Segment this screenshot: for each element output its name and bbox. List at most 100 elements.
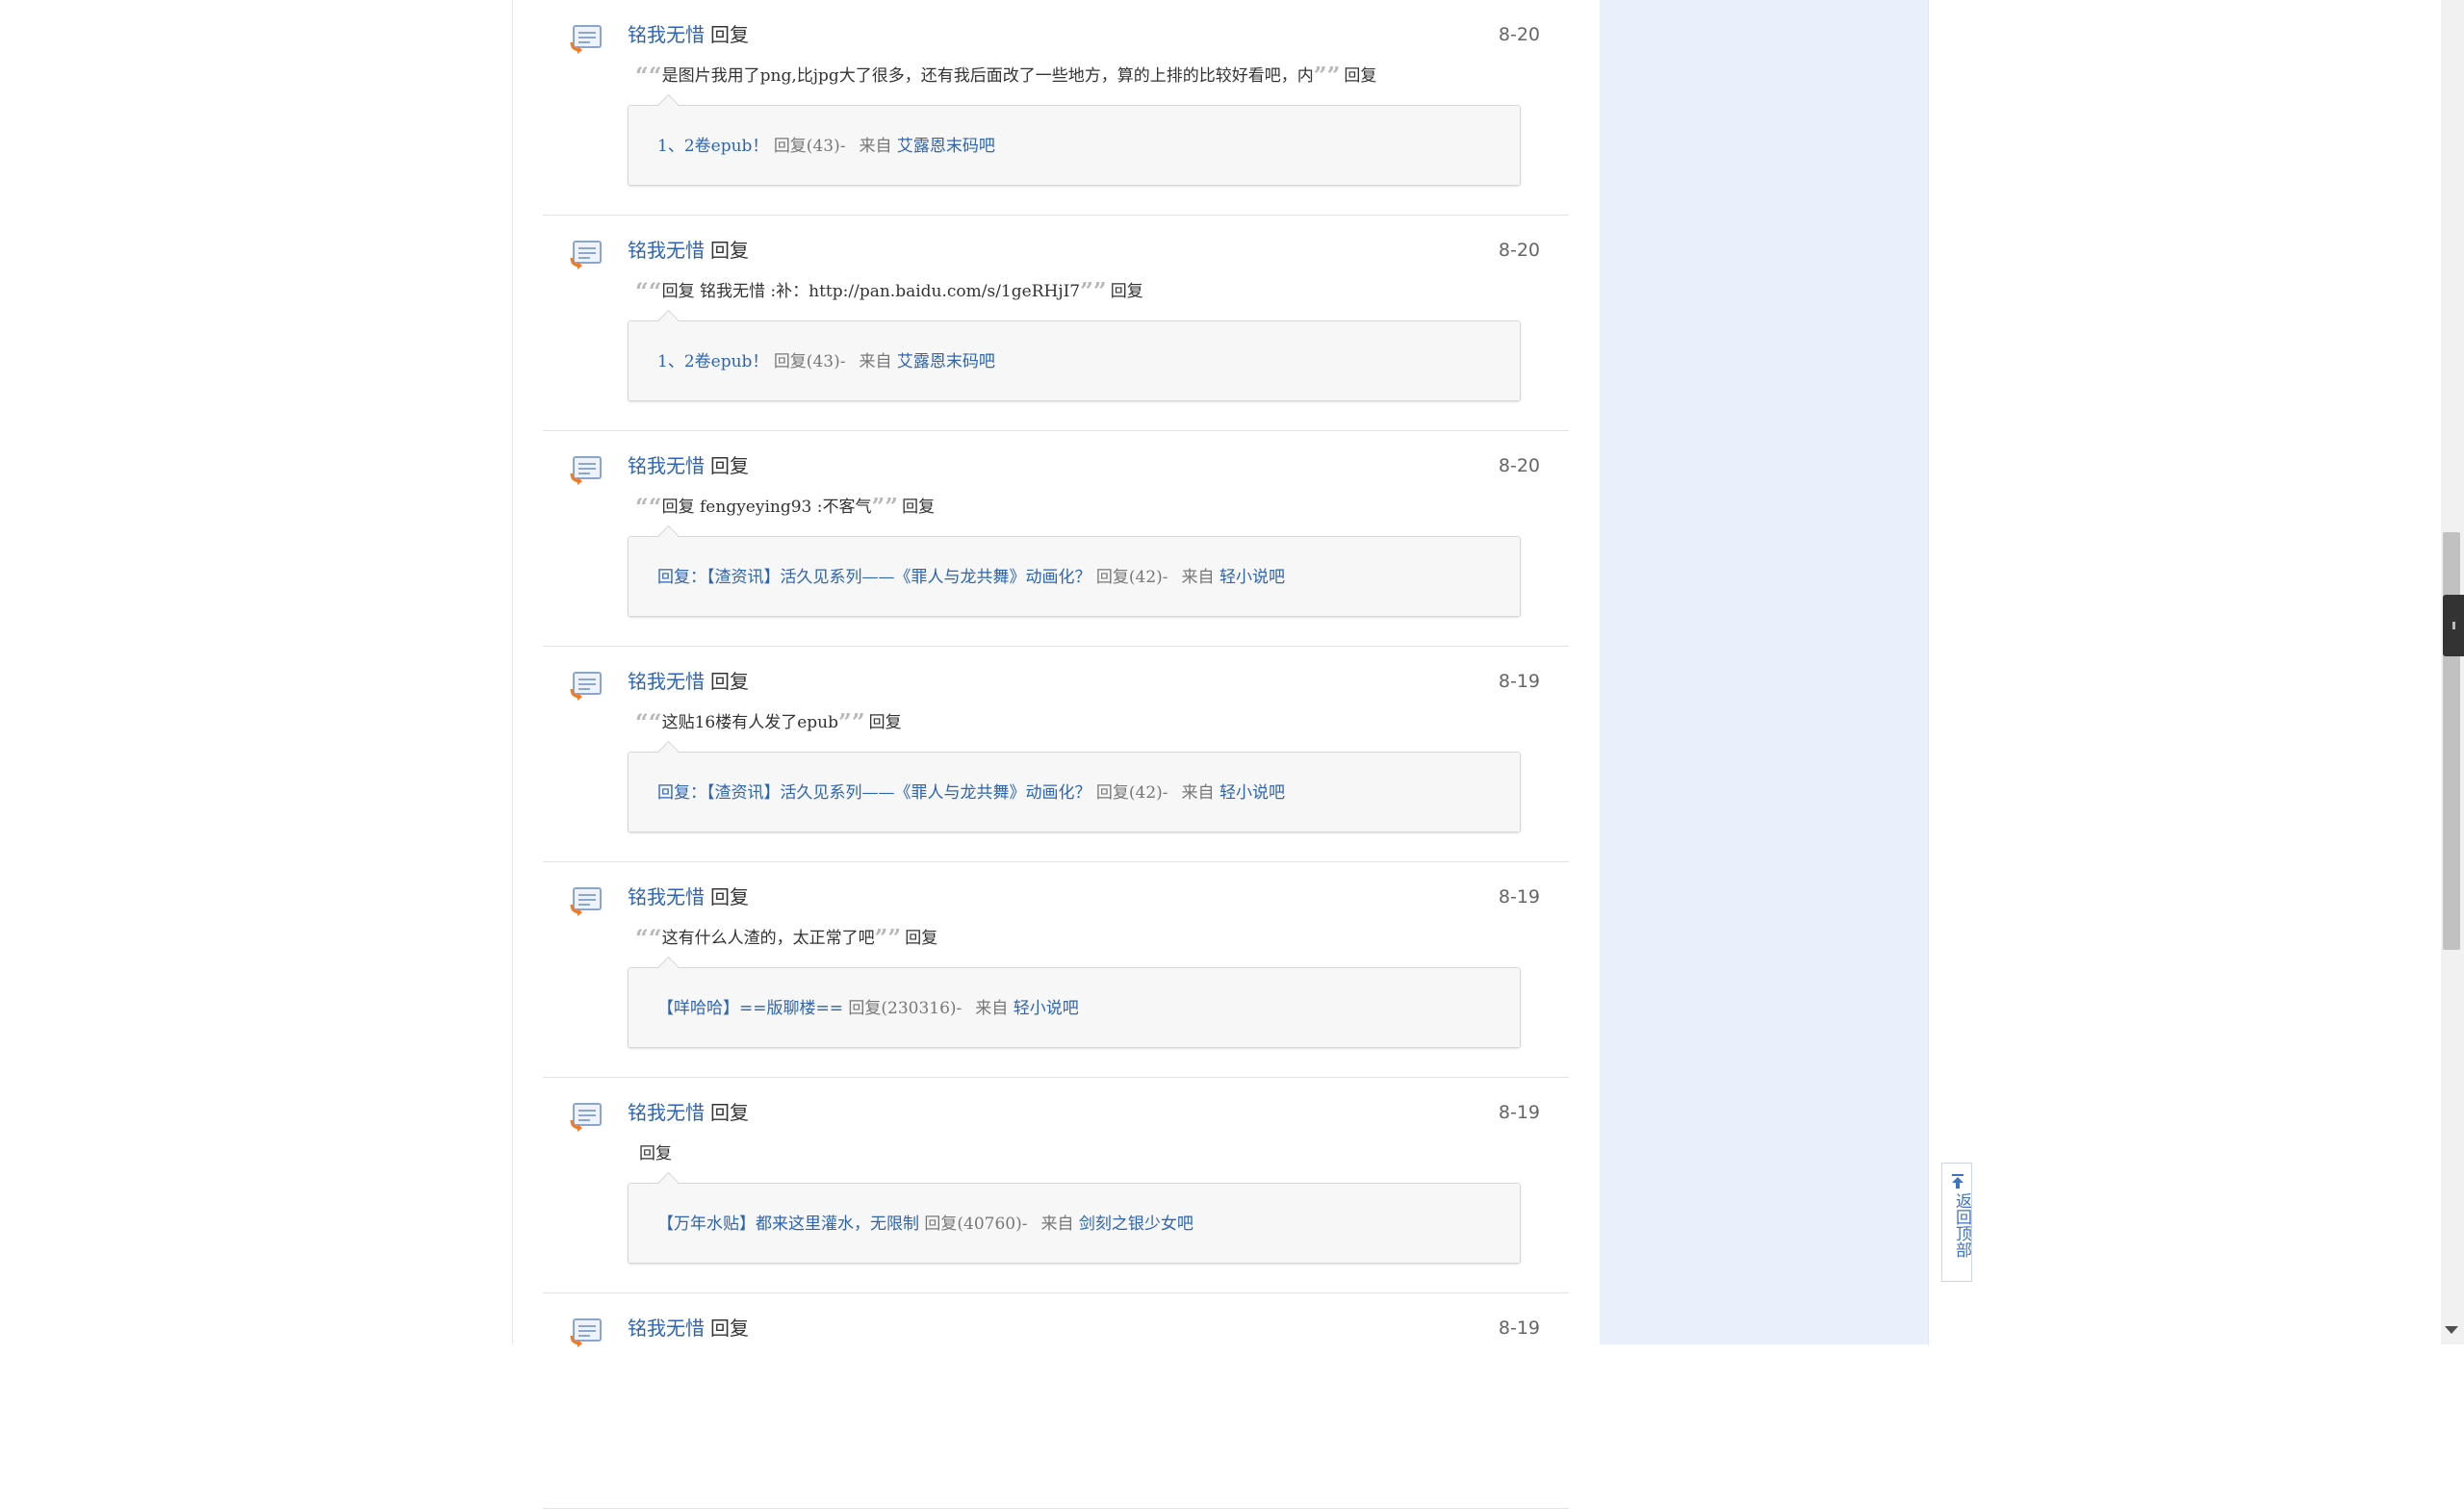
- source-post-title-link[interactable]: 【万年水贴】都来这里灌水，无限制: [657, 1215, 919, 1234]
- username-link[interactable]: 铭我无惜: [628, 239, 705, 262]
- reply-link[interactable]: 回复: [905, 929, 937, 948]
- reply-message-icon: [570, 1318, 602, 1347]
- forum-link[interactable]: 艾露恩末码吧: [897, 352, 995, 371]
- reply-link[interactable]: 回复: [1344, 66, 1376, 86]
- source-post-card: 【万年水贴】都来这里灌水，无限制 回复(40760)- 来自 剑刻之银少女吧: [628, 1183, 1521, 1264]
- reply-message-icon: [570, 241, 602, 269]
- username-link[interactable]: 铭我无惜: [628, 454, 705, 477]
- reply-message-icon: [570, 887, 602, 916]
- quote-text: 回复 fengyeying93 :不客气: [661, 498, 872, 517]
- close-quote-icon: ””: [1313, 62, 1341, 90]
- action-label: 回复: [710, 239, 749, 262]
- username-link[interactable]: 铭我无惜: [628, 1317, 705, 1340]
- back-to-top-label: 返回顶部: [1952, 1192, 1971, 1258]
- from-label: 来自: [859, 137, 892, 156]
- source-post-card: 回复：【渣资讯】活久见系列——《罪人与龙共舞》动画化？ 回复(42)- 来自 轻小…: [628, 752, 1521, 832]
- open-quote-icon: ““: [635, 924, 662, 952]
- quote-text: 这贴16楼有人发了epub: [661, 713, 839, 732]
- back-to-top-button[interactable]: 返回顶部: [1941, 1163, 1972, 1282]
- reply-link[interactable]: 回复: [869, 713, 902, 732]
- action-label: 回复: [710, 670, 749, 693]
- reply-count: 回复(42)-: [1095, 568, 1168, 587]
- reply-message-icon: [570, 25, 602, 54]
- reply-link[interactable]: 回复: [1111, 282, 1143, 301]
- reply-content: ““回复 fengyeying93 :不客气”” 回复: [635, 496, 935, 519]
- side-tab-grip-icon: [2452, 622, 2455, 629]
- reply-header: 铭我无惜 回复: [628, 22, 749, 47]
- reply-item: 铭我无惜 回复 8-19: [543, 1293, 1569, 1509]
- source-post-card: 1、2卷epub！ 回复(43)- 来自 艾露恩末码吧: [628, 105, 1521, 186]
- source-post-title-link[interactable]: 1、2卷epub！: [657, 137, 768, 156]
- source-post-title-link[interactable]: 【咩哈哈】==版聊楼==: [657, 999, 843, 1018]
- reply-date: 8-20: [1498, 240, 1540, 261]
- reply-content: 回复: [635, 1142, 672, 1165]
- action-label: 回复: [710, 454, 749, 477]
- source-post-title-link[interactable]: 回复：【渣资讯】活久见系列——《罪人与龙共舞》动画化？: [657, 568, 1091, 587]
- reply-date: 8-20: [1498, 24, 1540, 45]
- forum-link[interactable]: 轻小说吧: [1014, 999, 1079, 1018]
- action-label: 回复: [710, 885, 749, 908]
- reply-item: 铭我无惜 回复 8-19 ““这贴16楼有人发了epub”” 回复 回复：【渣资讯】活…: [543, 647, 1569, 862]
- reply-header: 铭我无惜 回复: [628, 238, 749, 263]
- username-link[interactable]: 铭我无惜: [628, 885, 705, 908]
- scroll-down-arrow-icon[interactable]: [2445, 1326, 2458, 1334]
- action-label: 回复: [710, 23, 749, 46]
- from-label: 来自: [859, 352, 892, 371]
- reply-item: 铭我无惜 回复 8-20 ““是图片我用了png,比jpg大了很多，还有我后面改了一…: [543, 0, 1569, 216]
- reply-count: 回复(43)-: [773, 137, 846, 156]
- reply-date: 8-19: [1498, 1102, 1540, 1123]
- from-label: 来自: [975, 999, 1009, 1018]
- action-label: 回复: [710, 1317, 749, 1340]
- open-quote-icon: ““: [635, 62, 662, 90]
- reply-count: 回复(43)-: [773, 352, 846, 371]
- action-label: 回复: [710, 1101, 749, 1124]
- source-post-line: 回复：【渣资讯】活久见系列——《罪人与龙共舞》动画化？ 回复(42)- 来自 轻小…: [657, 781, 1285, 805]
- side-share-tab[interactable]: [2443, 595, 2464, 656]
- forum-link[interactable]: 剑刻之银少女吧: [1079, 1215, 1194, 1234]
- arrow-up-to-top-icon: [1952, 1174, 1964, 1189]
- from-label: 来自: [1040, 1215, 1074, 1234]
- reply-content: ““这贴16楼有人发了epub”” 回复: [635, 711, 902, 734]
- open-quote-icon: ““: [635, 493, 662, 521]
- username-link[interactable]: 铭我无惜: [628, 23, 705, 46]
- reply-content: ““这有什么人渣的，太正常了吧”” 回复: [635, 927, 937, 950]
- reply-link[interactable]: 回复: [639, 1144, 672, 1164]
- source-post-card: 回复：【渣资讯】活久见系列——《罪人与龙共舞》动画化？ 回复(42)- 来自 轻小…: [628, 536, 1521, 617]
- reply-header: 铭我无惜 回复: [628, 1316, 749, 1341]
- forum-link[interactable]: 艾露恩末码吧: [897, 137, 995, 156]
- reply-count: 回复(230316)-: [848, 999, 962, 1018]
- close-quote-icon: ””: [1080, 277, 1107, 305]
- side-panel: [1600, 0, 1929, 1344]
- from-label: 来自: [1181, 568, 1215, 587]
- quote-text: 回复 铭我无惜 :补：http://pan.baidu.com/s/1geRHj…: [661, 282, 1081, 301]
- source-post-line: 【万年水贴】都来这里灌水，无限制 回复(40760)- 来自 剑刻之银少女吧: [657, 1213, 1194, 1236]
- reply-content: ““回复 铭我无惜 :补：http://pan.baidu.com/s/1geR…: [635, 280, 1143, 303]
- forum-link[interactable]: 轻小说吧: [1219, 568, 1285, 587]
- reply-item: 铭我无惜 回复 8-19 ““这有什么人渣的，太正常了吧”” 回复 【咩哈哈】==版聊…: [543, 862, 1569, 1078]
- source-post-title-link[interactable]: 1、2卷epub！: [657, 352, 768, 371]
- reply-item: 铭我无惜 回复 8-19 回复 【万年水贴】都来这里灌水，无限制 回复(40760)…: [543, 1078, 1569, 1293]
- source-post-line: 1、2卷epub！ 回复(43)- 来自 艾露恩末码吧: [657, 135, 995, 158]
- username-link[interactable]: 铭我无惜: [628, 670, 705, 693]
- reply-link[interactable]: 回复: [902, 498, 935, 517]
- source-post-card: 1、2卷epub！ 回复(43)- 来自 艾露恩末码吧: [628, 320, 1521, 401]
- forum-link[interactable]: 轻小说吧: [1219, 783, 1285, 803]
- reply-header: 铭我无惜 回复: [628, 669, 749, 694]
- source-post-line: 回复：【渣资讯】活久见系列——《罪人与龙共舞》动画化？ 回复(42)- 来自 轻小…: [657, 566, 1285, 589]
- reply-content: ““是图片我用了png,比jpg大了很多，还有我后面改了一些地方，算的上排的比较…: [635, 64, 1376, 88]
- reply-message-icon: [570, 456, 602, 485]
- source-post-title-link[interactable]: 回复：【渣资讯】活久见系列——《罪人与龙共舞》动画化？: [657, 783, 1091, 803]
- reply-header: 铭我无惜 回复: [628, 1100, 749, 1125]
- reply-date: 8-19: [1498, 1317, 1540, 1339]
- reply-header: 铭我无惜 回复: [628, 453, 749, 478]
- quote-text: 这有什么人渣的，太正常了吧: [661, 929, 875, 948]
- reply-date: 8-19: [1498, 671, 1540, 692]
- quote-text: 是图片我用了png,比jpg大了很多，还有我后面改了一些地方，算的上排的比较好看…: [661, 66, 1314, 86]
- reply-date: 8-20: [1498, 455, 1540, 476]
- reply-item: 铭我无惜 回复 8-20 ““回复 fengyeying93 :不客气”” 回复 回复…: [543, 431, 1569, 647]
- open-quote-icon: ““: [635, 708, 662, 736]
- reply-date: 8-19: [1498, 886, 1540, 908]
- username-link[interactable]: 铭我无惜: [628, 1101, 705, 1124]
- from-label: 来自: [1181, 783, 1215, 803]
- reply-header: 铭我无惜 回复: [628, 884, 749, 909]
